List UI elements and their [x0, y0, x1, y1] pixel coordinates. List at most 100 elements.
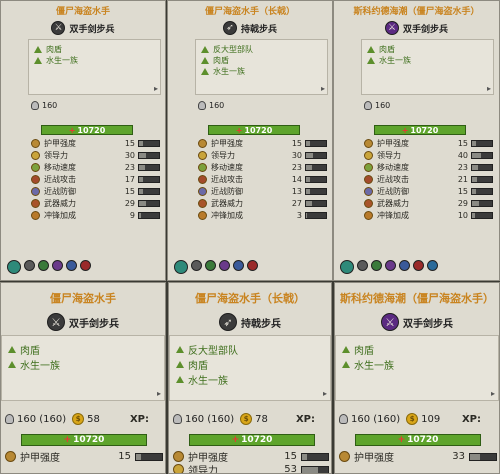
stat-row[interactable]: 移动速度 23 [31, 162, 161, 173]
stat-bar-fill [139, 165, 145, 170]
ability-icon[interactable] [427, 260, 438, 271]
ability-icon[interactable] [24, 260, 35, 271]
stat-row[interactable]: 护甲强度 33 [339, 450, 497, 464]
ability-icon[interactable] [413, 260, 424, 271]
ability-icon[interactable] [219, 260, 230, 271]
scroll-arrow-icon[interactable]: ▸ [321, 84, 325, 93]
stat-row[interactable]: 近战攻击 17 [31, 174, 161, 185]
ability-icon[interactable] [52, 260, 63, 271]
stat-bar-fill [306, 213, 307, 218]
scroll-arrow-icon[interactable]: ▸ [323, 389, 327, 398]
ability-icon[interactable] [205, 260, 216, 271]
stat-row[interactable]: 冲锋加成 10 [364, 210, 494, 221]
stat-value: 27 [291, 199, 302, 208]
unit-card-top-1[interactable]: 僵尸海盗水手（长戟） ➶ 持戟步兵 反大型部队 肉盾 水生一族 ▸ 160 +10720 护甲强度… [167, 0, 333, 281]
stat-row[interactable]: 近战攻击 14 [198, 174, 328, 185]
scroll-arrow-icon[interactable]: ▸ [154, 84, 158, 93]
stat-bar [305, 212, 327, 219]
attribute-item[interactable]: 肉盾 [176, 357, 208, 372]
attribute-item[interactable]: 肉盾 [201, 55, 229, 66]
health-value: 10720 [77, 125, 106, 135]
triangle-icon [201, 46, 209, 53]
ability-icon[interactable] [399, 260, 410, 271]
unit-card-top-2[interactable]: 斯科约德海潮（僵尸海盗水手） ⚔ 双手剑步兵 肉盾 水生一族 ▸ 160 +10720 护甲强度… [333, 0, 500, 281]
health-value: 10720 [410, 125, 439, 135]
unit-card-bottom-2[interactable]: 斯科约德海潮（僵尸海盗水手） ⚔ 双手剑步兵 肉盾 水生一族 ▸ 160 (160) $109… [334, 282, 500, 474]
unit-card-bottom-1[interactable]: 僵尸海盗水手（长戟） ➶ 持戟步兵 反大型部队 肉盾 水生一族 ▸ 160 (160) $78 X… [168, 282, 332, 474]
attribute-item[interactable]: 水生一族 [367, 55, 411, 66]
ability-icon[interactable] [247, 260, 258, 271]
stat-icon [31, 199, 40, 208]
stat-row[interactable]: 护甲强度 15 [31, 138, 161, 149]
stat-row[interactable]: 领导力 53 [173, 463, 329, 473]
stat-row[interactable]: 护甲强度 15 [5, 450, 163, 464]
ability-icon[interactable] [340, 260, 354, 274]
stat-value: 10 [457, 211, 468, 220]
stat-row[interactable]: 护甲强度 15 [364, 138, 494, 149]
unit-card-bottom-0[interactable]: 僵尸海盗水手 ⚔ 双手剑步兵 肉盾 水生一族 ▸ 160 (160) $58 XP: +10720… [0, 282, 166, 474]
attribute-item[interactable]: 肉盾 [367, 44, 395, 55]
attribute-item[interactable]: 水生一族 [176, 372, 228, 387]
ability-icon[interactable] [80, 260, 91, 271]
stat-bar [469, 453, 497, 461]
ability-icon[interactable] [357, 260, 368, 271]
attribute-item[interactable]: 肉盾 [34, 44, 62, 55]
unit-type-label: 双手剑步兵 [69, 24, 115, 35]
ability-icon[interactable] [191, 260, 202, 271]
ability-icon[interactable] [385, 260, 396, 271]
stat-value: 21 [457, 175, 468, 184]
stat-row[interactable]: 近战防御 15 [364, 186, 494, 197]
attribute-item[interactable]: 反大型部队 [201, 44, 253, 55]
attribute-label: 反大型部队 [213, 45, 253, 54]
ability-icon[interactable] [7, 260, 21, 274]
unit-card-top-0[interactable]: 僵尸海盗水手 ⚔ 双手剑步兵 肉盾 水生一族 ▸ 160 +10720 护甲强度 15 领导力 30 移… [0, 0, 166, 281]
xp-label: XP: [295, 414, 315, 425]
stat-row[interactable]: 武器威力 29 [31, 198, 161, 209]
stat-row[interactable]: 近战攻击 21 [364, 174, 494, 185]
attribute-item[interactable]: 水生一族 [8, 357, 60, 372]
health-value: 10720 [244, 125, 273, 135]
triangle-icon [201, 68, 209, 75]
scroll-arrow-icon[interactable]: ▸ [157, 389, 161, 398]
stat-bar-fill [302, 454, 307, 460]
stat-bar-fill [139, 201, 146, 206]
stat-row[interactable]: 领导力 40 [364, 150, 494, 161]
stat-row[interactable]: 武器威力 29 [364, 198, 494, 209]
ability-icon[interactable] [38, 260, 49, 271]
ability-icon[interactable] [66, 260, 77, 271]
stat-row[interactable]: 领导力 30 [198, 150, 328, 161]
scroll-arrow-icon[interactable]: ▸ [487, 84, 491, 93]
attribute-item[interactable]: 肉盾 [342, 342, 374, 357]
stat-row[interactable]: 近战防御 13 [198, 186, 328, 197]
ability-icon[interactable] [233, 260, 244, 271]
stat-row[interactable]: 护甲强度 15 [173, 450, 329, 464]
stat-row[interactable]: 武器威力 27 [198, 198, 328, 209]
unit-title: 僵尸海盗水手 [50, 292, 116, 305]
stat-value: 23 [457, 163, 468, 172]
scroll-arrow-icon[interactable]: ▸ [491, 389, 495, 398]
triangle-icon [8, 361, 16, 368]
stat-icon [364, 139, 373, 148]
attribute-label: 肉盾 [213, 56, 229, 65]
ability-icon[interactable] [174, 260, 188, 274]
stat-row[interactable]: 冲锋加成 9 [31, 210, 161, 221]
unit-size-row: 160 (160) $109 [339, 413, 440, 425]
stat-row[interactable]: 领导力 30 [31, 150, 161, 161]
stat-row[interactable]: 冲锋加成 3 [198, 210, 328, 221]
stat-row[interactable]: 护甲强度 15 [198, 138, 328, 149]
unit-type-row: ⚔ 双手剑步兵 [335, 313, 499, 331]
attribute-item[interactable]: 水生一族 [342, 357, 394, 372]
unit-size-row: 160 (160) $78 [173, 413, 268, 425]
attribute-item[interactable]: 肉盾 [8, 342, 40, 357]
ability-icon[interactable] [371, 260, 382, 271]
stat-row[interactable]: 移动速度 23 [364, 162, 494, 173]
attribute-item[interactable]: 水生一族 [34, 55, 78, 66]
stat-row[interactable]: 近战防御 15 [31, 186, 161, 197]
stat-icon [198, 175, 207, 184]
unit-size-value: 160 [42, 101, 58, 110]
attribute-item[interactable]: 反大型部队 [176, 342, 238, 357]
stat-bar [138, 176, 160, 183]
health-icon: + [401, 125, 409, 135]
attribute-item[interactable]: 水生一族 [201, 66, 245, 77]
stat-row[interactable]: 移动速度 23 [198, 162, 328, 173]
